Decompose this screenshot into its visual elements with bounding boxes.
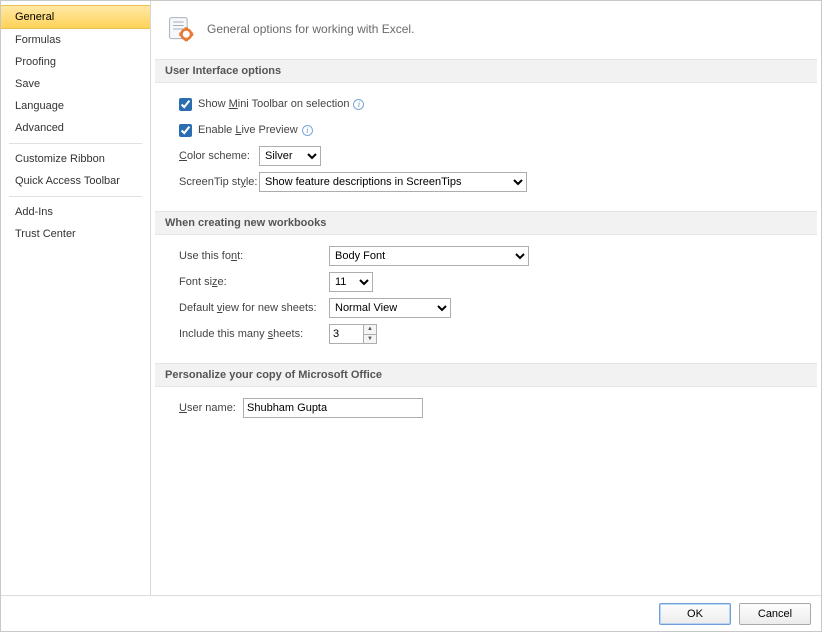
sidebar: General Formulas Proofing Save Language … bbox=[1, 1, 151, 595]
sidebar-item-quick-access-toolbar[interactable]: Quick Access Toolbar bbox=[1, 170, 150, 192]
section-header-personalize: Personalize your copy of Microsoft Offic… bbox=[155, 363, 817, 387]
ok-button[interactable]: OK bbox=[659, 603, 731, 625]
sidebar-item-save[interactable]: Save bbox=[1, 73, 150, 95]
mini-toolbar-checkbox-label[interactable]: Show Mini Toolbar on selectioni bbox=[179, 98, 364, 111]
sidebar-separator bbox=[9, 196, 142, 197]
info-icon: i bbox=[353, 99, 364, 110]
live-preview-checkbox[interactable] bbox=[179, 124, 192, 137]
section-header-newwb: When creating new workbooks bbox=[155, 211, 817, 235]
sidebar-item-trust-center[interactable]: Trust Center bbox=[1, 223, 150, 245]
username-label: User name: bbox=[179, 402, 243, 414]
color-scheme-label: Color scheme: bbox=[179, 150, 259, 162]
use-font-label: Use this font: bbox=[179, 250, 329, 262]
sheets-count-up[interactable]: ▲ bbox=[364, 325, 376, 335]
section-header-ui: User Interface options bbox=[155, 59, 817, 83]
dialog-footer: OK Cancel bbox=[1, 595, 821, 631]
font-size-select[interactable]: 11 bbox=[329, 272, 373, 292]
default-view-label: Default view for new sheets: bbox=[179, 302, 329, 314]
sheets-count-down[interactable]: ▼ bbox=[364, 335, 376, 344]
section-body-personalize: User name: bbox=[151, 397, 821, 437]
sidebar-item-customize-ribbon[interactable]: Customize Ribbon bbox=[1, 148, 150, 170]
sidebar-item-advanced[interactable]: Advanced bbox=[1, 117, 150, 139]
page-header: General options for working with Excel. bbox=[151, 1, 821, 59]
screentip-style-label: ScreenTip style: bbox=[179, 176, 259, 188]
dialog-body: General Formulas Proofing Save Language … bbox=[1, 1, 821, 595]
use-font-select[interactable]: Body Font bbox=[329, 246, 529, 266]
sheets-count-input[interactable] bbox=[329, 324, 363, 344]
page-title: General options for working with Excel. bbox=[207, 22, 414, 36]
cancel-button[interactable]: Cancel bbox=[739, 603, 811, 625]
section-body-ui: Show Mini Toolbar on selectioni Enable L… bbox=[151, 93, 821, 211]
default-view-select[interactable]: Normal View bbox=[329, 298, 451, 318]
username-input[interactable] bbox=[243, 398, 423, 418]
color-scheme-select[interactable]: Silver bbox=[259, 146, 321, 166]
sidebar-item-language[interactable]: Language bbox=[1, 95, 150, 117]
section-body-newwb: Use this font: Body Font Font size: 11 D… bbox=[151, 245, 821, 363]
content-panel: General options for working with Excel. … bbox=[151, 1, 821, 595]
options-dialog: General Formulas Proofing Save Language … bbox=[0, 0, 822, 632]
mini-toolbar-checkbox[interactable] bbox=[179, 98, 192, 111]
info-icon: i bbox=[302, 125, 313, 136]
live-preview-text: Enable Live Previewi bbox=[198, 124, 313, 136]
screentip-style-select[interactable]: Show feature descriptions in ScreenTips bbox=[259, 172, 527, 192]
mini-toolbar-text: Show Mini Toolbar on selectioni bbox=[198, 98, 364, 110]
live-preview-checkbox-label[interactable]: Enable Live Previewi bbox=[179, 124, 313, 137]
sidebar-item-general[interactable]: General bbox=[1, 5, 150, 29]
sidebar-item-proofing[interactable]: Proofing bbox=[1, 51, 150, 73]
sidebar-separator bbox=[9, 143, 142, 144]
sheets-count-spinner[interactable]: ▲ ▼ bbox=[329, 324, 377, 344]
sheets-count-label: Include this many sheets: bbox=[179, 328, 329, 340]
sidebar-item-formulas[interactable]: Formulas bbox=[1, 29, 150, 51]
general-options-icon bbox=[167, 15, 195, 43]
font-size-label: Font size: bbox=[179, 276, 329, 288]
sidebar-item-add-ins[interactable]: Add-Ins bbox=[1, 201, 150, 223]
